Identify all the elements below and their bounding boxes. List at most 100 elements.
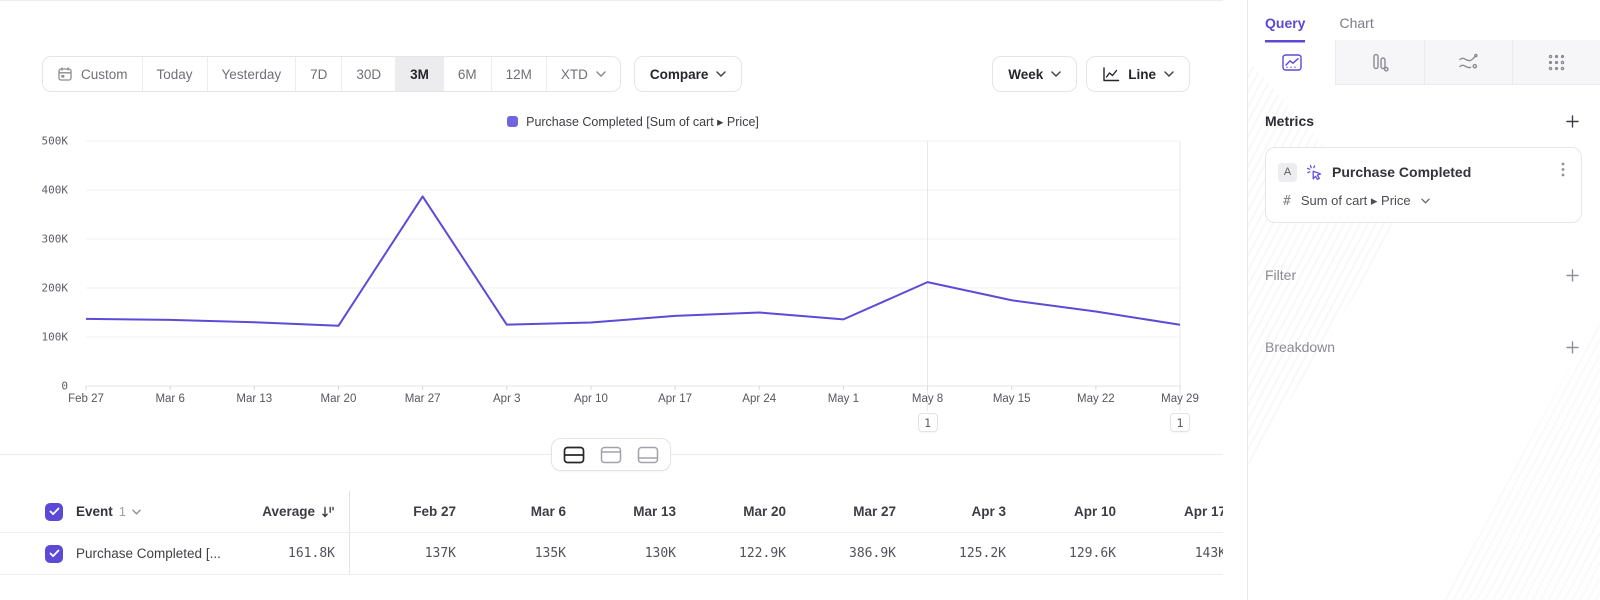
range-option-custom[interactable]: Custom xyxy=(43,57,143,91)
chart-type-retention[interactable] xyxy=(1424,40,1512,85)
chart-type-selector xyxy=(1248,40,1600,85)
layout-toggle-chart-only[interactable] xyxy=(594,441,628,468)
plus-icon xyxy=(1565,340,1580,355)
table-cell-value: 125.2K xyxy=(900,546,1010,561)
plus-icon xyxy=(1565,114,1580,129)
x-tick-label: May 1 xyxy=(828,393,859,405)
range-option-7d[interactable]: 7D xyxy=(296,57,342,91)
range-label: Yesterday xyxy=(222,67,282,82)
chart-type-matrix[interactable] xyxy=(1512,40,1600,85)
y-tick-label: 100K xyxy=(0,331,68,344)
chevron-down-icon xyxy=(1051,71,1061,77)
layout-toggle-group xyxy=(551,438,671,471)
insights-report-area: Custom Today Yesterday 7D 30D 3M 6M 12M XTD Comp… xyxy=(0,0,1223,600)
date-range-segmented-control: Custom Today Yesterday 7D 30D 3M 6M 12M XTD xyxy=(42,56,621,92)
range-label: 6M xyxy=(458,67,477,82)
x-tick-label: May 29 xyxy=(1161,393,1199,405)
numeric-property-icon: # xyxy=(1283,194,1291,209)
chart-only-icon xyxy=(600,446,622,464)
average-sort-control[interactable]: Average xyxy=(262,504,335,519)
y-tick-label: 400K xyxy=(0,184,68,197)
compare-button[interactable]: Compare xyxy=(634,56,743,92)
chart-type-bar-chart[interactable] xyxy=(1335,40,1423,85)
table-column-header: Apr 3 xyxy=(900,504,1010,519)
range-option-30d[interactable]: 30D xyxy=(342,57,396,91)
check-icon xyxy=(49,549,60,558)
range-label: XTD xyxy=(561,67,588,82)
table-cell-value: 129.6K xyxy=(1010,546,1120,561)
table-column-header: Mar 27 xyxy=(790,504,900,519)
layout-toggle-table-only[interactable] xyxy=(631,441,665,468)
chart-type-dropdown[interactable]: Line xyxy=(1086,56,1190,92)
row-average-value: 161.8K xyxy=(288,546,335,561)
metric-options-button[interactable] xyxy=(1557,160,1569,184)
range-option-yesterday[interactable]: Yesterday xyxy=(208,57,297,91)
layout-toggle-split-view[interactable] xyxy=(557,441,591,468)
chevron-down-icon xyxy=(716,71,726,77)
x-tick-label: May 8 xyxy=(912,393,943,405)
chart-toolbar: Custom Today Yesterday 7D 30D 3M 6M 12M XTD Comp… xyxy=(42,56,1190,92)
event-label: Event xyxy=(76,504,113,519)
range-label: 7D xyxy=(310,67,327,82)
annotation-badge[interactable]: 1 xyxy=(1170,413,1190,432)
x-tick-label: May 22 xyxy=(1077,393,1115,405)
metrics-section-title: Metrics xyxy=(1265,113,1314,129)
y-tick-label: 500K xyxy=(0,135,68,148)
range-label: 3M xyxy=(410,67,429,82)
event-dropdown[interactable]: Event 1 xyxy=(76,504,141,519)
select-all-checkbox[interactable] xyxy=(45,503,63,521)
cursor-click-icon xyxy=(1306,164,1323,181)
table-cell-value: 137K xyxy=(350,546,460,561)
range-option-12m[interactable]: 12M xyxy=(492,57,547,91)
plus-icon xyxy=(1565,268,1580,283)
table-cell-value: 143K xyxy=(1120,546,1223,561)
range-label: Custom xyxy=(81,67,128,82)
chart-legend[interactable]: Purchase Completed [Sum of cart ▸ Price] xyxy=(86,114,1180,129)
range-option-3m[interactable]: 3M xyxy=(396,57,444,91)
aggregation-dropdown[interactable]: # Sum of cart ▸ Price xyxy=(1278,193,1569,209)
x-tick-label: May 15 xyxy=(993,393,1031,405)
range-option-xtd[interactable]: XTD xyxy=(547,57,620,91)
chevron-down-icon xyxy=(132,509,141,515)
row-checkbox[interactable] xyxy=(45,545,63,563)
add-metric-button[interactable] xyxy=(1562,111,1582,131)
panel-tabs: Query Chart xyxy=(1248,0,1600,40)
range-option-6m[interactable]: 6M xyxy=(444,57,492,91)
range-label: 12M xyxy=(506,67,532,82)
chevron-down-icon xyxy=(1164,71,1174,77)
background-pattern xyxy=(1248,0,1600,600)
x-tick-label: Mar 20 xyxy=(321,393,357,405)
granularity-label: Week xyxy=(1008,67,1043,82)
range-label: Today xyxy=(157,67,193,82)
table-cell-value: 135K xyxy=(460,546,570,561)
metric-letter-badge: A xyxy=(1278,163,1297,182)
range-label: 30D xyxy=(356,67,381,82)
aggregation-label: Sum of cart ▸ Price xyxy=(1301,193,1411,209)
sort-descending-icon xyxy=(321,505,335,519)
table-column-header: Mar 20 xyxy=(680,504,790,519)
range-option-today[interactable]: Today xyxy=(143,57,208,91)
granularity-dropdown[interactable]: Week xyxy=(992,56,1077,92)
table-column-header: Feb 27 xyxy=(350,504,460,519)
line-chart-type-icon xyxy=(1282,54,1302,71)
annotation-badge[interactable]: 1 xyxy=(918,413,938,432)
average-column-header: Average xyxy=(262,504,315,519)
series-color-swatch xyxy=(507,116,518,127)
add-filter-button[interactable] xyxy=(1562,265,1582,285)
chart-type-line-chart[interactable] xyxy=(1248,40,1335,85)
split-view-icon xyxy=(563,446,585,464)
breakdown-section-title: Breakdown xyxy=(1265,339,1335,355)
results-table: Event 1 Average Feb 27Mar 6Mar 13Mar 20M… xyxy=(0,491,1223,575)
chevron-down-icon xyxy=(1421,198,1430,204)
table-row: Purchase Completed [... 161.8K 137K135K1… xyxy=(0,533,1223,575)
table-column-header: Apr 17 xyxy=(1120,504,1223,519)
metric-card[interactable]: A Purchase Completed # Sum of cart ▸ Pri… xyxy=(1265,147,1582,223)
retention-type-icon xyxy=(1458,53,1478,72)
table-cell-value: 386.9K xyxy=(790,546,900,561)
table-header-row: Event 1 Average Feb 27Mar 6Mar 13Mar 20M… xyxy=(0,491,1223,533)
matrix-type-icon xyxy=(1547,53,1566,72)
add-breakdown-button[interactable] xyxy=(1562,337,1582,357)
tab-query[interactable]: Query xyxy=(1265,15,1305,40)
compare-label: Compare xyxy=(650,67,709,82)
tab-chart[interactable]: Chart xyxy=(1339,15,1373,40)
